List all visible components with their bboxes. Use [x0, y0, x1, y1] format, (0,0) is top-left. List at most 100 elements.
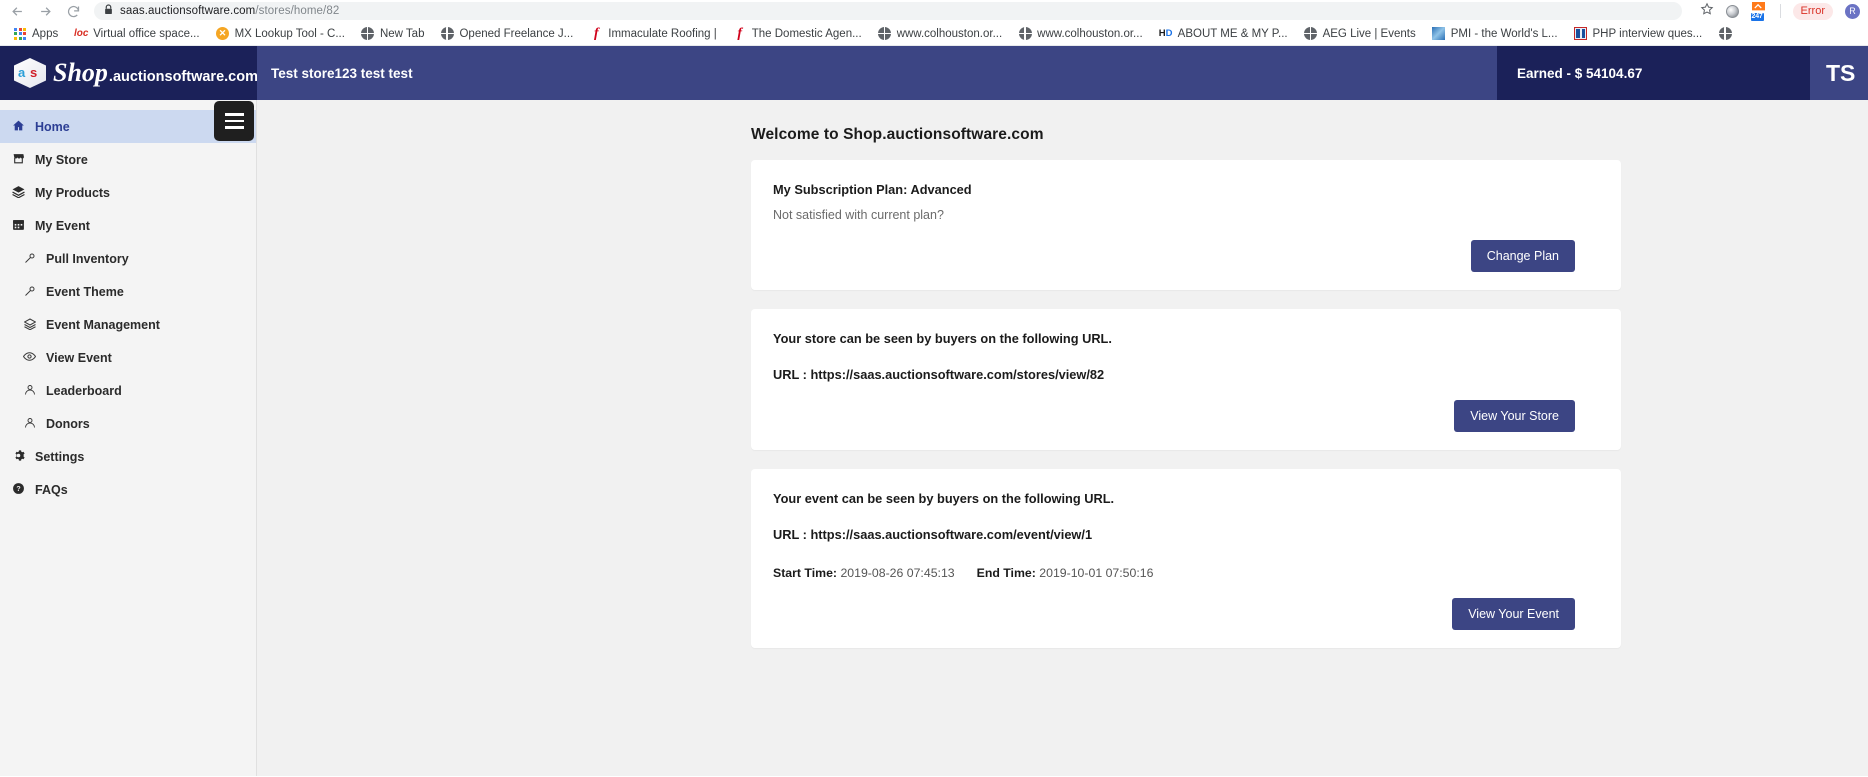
globe-icon: [440, 27, 454, 41]
sidebar-item-label: Pull Inventory: [46, 251, 129, 266]
bookmark-label: www.colhouston.or...: [1037, 27, 1143, 40]
sidebar-item-label: Leaderboard: [46, 383, 122, 398]
bookmark-colhouston-2[interactable]: www.colhouston.or...: [1011, 25, 1149, 43]
event-url-value: URL : https://saas.auctionsoftware.com/e…: [773, 527, 1093, 542]
toolbar-divider: [1779, 4, 1781, 18]
end-time-label: End Time:: [976, 566, 1036, 580]
bookmark-virtual-office[interactable]: loc Virtual office space...: [67, 25, 206, 43]
gear-icon: [11, 449, 26, 464]
browser-chrome: saas.auctionsoftware.com/stores/home/82 …: [0, 0, 1868, 46]
bookmark-colhouston-1[interactable]: www.colhouston.or...: [871, 25, 1009, 43]
bookmark-label: www.colhouston.or...: [896, 27, 1003, 40]
subscription-plan-title: My Subscription Plan: Advanced: [773, 182, 972, 197]
bookmark-apps[interactable]: Apps: [6, 25, 65, 43]
logo-letter-left: a: [18, 65, 26, 80]
auctionsoftware-cube-logo-icon: a s: [14, 58, 46, 88]
sidebar-item-label: My Store: [35, 152, 88, 167]
brand-domain: .auctionsoftware.com: [108, 69, 258, 85]
bookmark-label: The Domestic Agen...: [751, 27, 862, 40]
store-url-value: URL : https://saas.auctionsoftware.com/s…: [773, 367, 1105, 382]
extension-badge-count: 247: [1750, 13, 1764, 21]
layers-icon: [22, 317, 37, 332]
brand-logo-area[interactable]: a s Shop .auctionsoftware.com: [0, 46, 258, 100]
pin-icon: [22, 285, 37, 299]
extension-circle-icon[interactable]: [1725, 4, 1739, 18]
bookmark-new-tab[interactable]: New Tab: [354, 25, 432, 43]
sidebar-item-label: Donors: [46, 416, 90, 431]
calendar-icon: [11, 218, 26, 233]
sidebar-item-label: My Event: [35, 218, 90, 233]
end-time-value: 2019-10-01 07:50:16: [1039, 566, 1154, 580]
bookmark-opened-freelance[interactable]: Opened Freelance J...: [433, 25, 580, 43]
store-icon: [11, 152, 26, 167]
reload-icon[interactable]: [64, 2, 82, 20]
bookmark-label: AEG Live | Events: [1322, 27, 1416, 40]
bookmark-star-icon[interactable]: [1700, 2, 1714, 21]
view-your-event-button[interactable]: View Your Event: [1452, 598, 1575, 630]
pmi-icon: [1432, 27, 1446, 41]
profile-avatar[interactable]: R: [1845, 3, 1860, 19]
sidebar-item-event-theme[interactable]: Event Theme: [0, 275, 256, 308]
f-script-icon: f: [593, 25, 599, 41]
forward-arrow-icon[interactable]: [36, 2, 54, 20]
sidebar-item-label: FAQs: [35, 482, 68, 497]
user-icon: [22, 384, 37, 398]
svg-text:?: ?: [16, 486, 20, 493]
url-text: saas.auctionsoftware.com/stores/home/82: [120, 5, 339, 17]
logo-letter-right: s: [30, 65, 38, 80]
sidebar-item-view-event[interactable]: View Event: [0, 341, 256, 374]
hd-icon: HD: [1158, 28, 1173, 39]
sidebar-item-my-store[interactable]: My Store: [0, 143, 256, 176]
event-times-row: Start Time: 2019-08-26 07:45:13 End Time…: [773, 566, 1597, 580]
bookmark-about-me[interactable]: HD ABOUT ME & MY P...: [1152, 25, 1295, 43]
earned-amount: Earned - $ 54104.67: [1517, 65, 1643, 81]
bookmark-aeg-live[interactable]: AEG Live | Events: [1297, 25, 1423, 43]
back-arrow-icon[interactable]: [8, 2, 26, 20]
sidebar-item-faqs[interactable]: ? FAQs: [0, 473, 256, 506]
bookmark-immaculate-roofing[interactable]: f Immaculate Roofing |: [582, 25, 723, 43]
bookmark-domestic-agency[interactable]: f The Domestic Agen...: [726, 25, 869, 43]
globe-icon: [1018, 27, 1032, 41]
event-url-card: Your event can be seen by buyers on the …: [751, 469, 1621, 648]
error-chip[interactable]: Error: [1792, 2, 1833, 20]
extension-247-icon[interactable]: 247: [1750, 2, 1768, 21]
home-icon: [11, 119, 26, 134]
globe-icon: [878, 27, 892, 41]
layers-icon: [11, 185, 26, 200]
bookmark-mx-lookup[interactable]: ✕ MX Lookup Tool - C...: [209, 25, 352, 43]
brand-text: Shop .auctionsoftware.com: [53, 60, 258, 86]
address-bar[interactable]: saas.auctionsoftware.com/stores/home/82: [94, 2, 1682, 20]
store-url-message: Your store can be seen by buyers on the …: [773, 331, 1112, 346]
hamburger-menu-icon[interactable]: [214, 101, 254, 141]
sidebar-item-my-event[interactable]: My Event: [0, 209, 256, 242]
sidebar-item-settings[interactable]: Settings: [0, 440, 256, 473]
bookmark-overflow[interactable]: [1711, 25, 1744, 43]
main-content: Welcome to Shop.auctionsoftware.com My S…: [257, 100, 1868, 776]
sidebar-item-my-products[interactable]: My Products: [0, 176, 256, 209]
event-end-time: End Time: 2019-10-01 07:50:16: [977, 566, 1154, 580]
bookmark-php-interview[interactable]: PHP interview ques...: [1567, 25, 1710, 43]
globe-icon: [361, 27, 375, 41]
event-url-message: Your event can be seen by buyers on the …: [773, 491, 1115, 506]
sidebar-item-leaderboard[interactable]: Leaderboard: [0, 374, 256, 407]
bookmarks-bar: Apps loc Virtual office space... ✕ MX Lo…: [0, 22, 1868, 46]
globe-icon: [1304, 27, 1318, 41]
sidebar-item-pull-inventory[interactable]: Pull Inventory: [0, 242, 256, 275]
apps-grid-icon: [13, 27, 27, 41]
sidebar-item-event-management[interactable]: Event Management: [0, 308, 256, 341]
view-your-store-button[interactable]: View Your Store: [1454, 400, 1575, 432]
lock-icon: [104, 2, 113, 20]
user-menu[interactable]: TS: [1810, 46, 1868, 100]
subscription-plan-subtitle: Not satisfied with current plan?: [773, 208, 944, 222]
page-title: Welcome to Shop.auctionsoftware.com: [751, 126, 1044, 143]
start-time-label: Start Time:: [773, 566, 838, 580]
brand-name: Shop: [53, 58, 108, 87]
sidebar-item-donors[interactable]: Donors: [0, 407, 256, 440]
bookmark-pmi[interactable]: PMI - the World's L...: [1425, 25, 1565, 43]
sidebar: Home My Store My Products My Event Pull: [0, 100, 257, 776]
app-body: Home My Store My Products My Event Pull: [0, 100, 1868, 776]
eye-icon: [22, 350, 37, 365]
bookmark-label: ABOUT ME & MY P...: [1177, 27, 1288, 40]
f-script-icon: f: [737, 25, 743, 41]
change-plan-button[interactable]: Change Plan: [1470, 240, 1575, 272]
